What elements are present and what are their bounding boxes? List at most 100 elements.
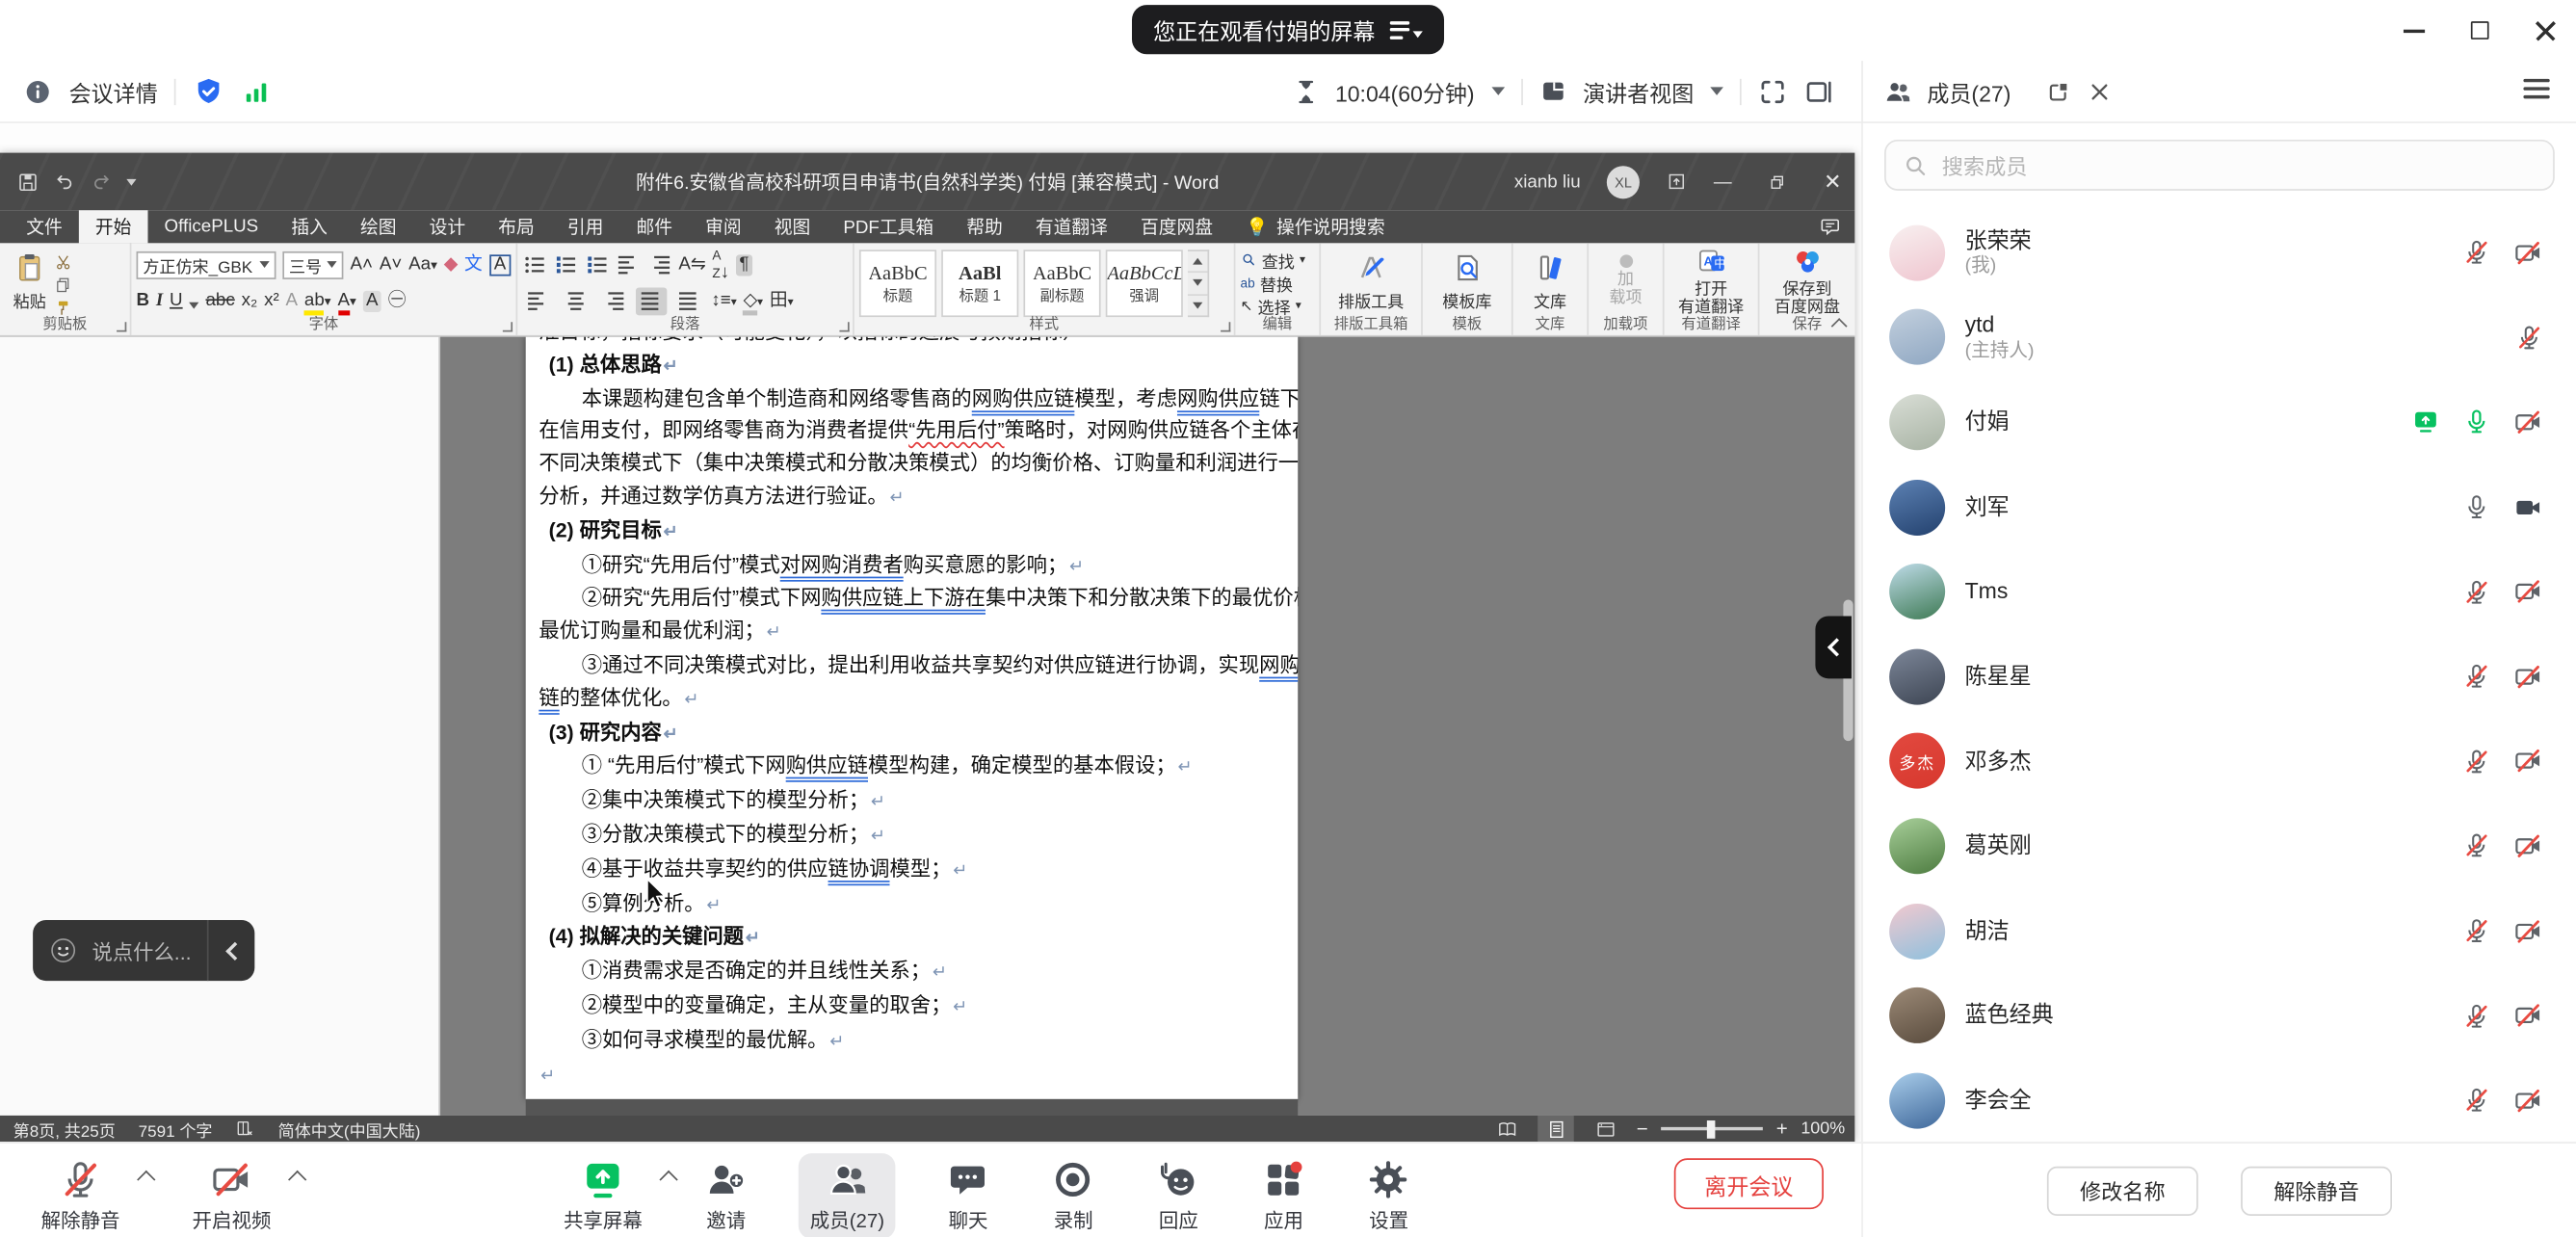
youdao-open-button[interactable]: A中 打开有道翻译 [1669,249,1753,314]
paste-button[interactable]: 粘贴 [5,249,54,314]
member-row-ytd[interactable]: ytd(主持人) [1863,295,2576,380]
word-tab-设计[interactable]: 设计 [413,210,483,243]
bold-button[interactable]: B [137,292,150,310]
style-card-副标题[interactable]: AaBbC副标题 [1023,250,1100,317]
close-button[interactable] [2535,19,2556,40]
proofing-icon[interactable] [235,1119,254,1138]
justify-button[interactable] [636,287,667,315]
wenku-button[interactable]: 文库 [1518,249,1583,314]
style-card-标题 1[interactable]: AaBl标题 1 [941,250,1018,317]
phonetic-guide-button[interactable]: 文 [464,255,483,274]
bullet-list-button[interactable] [522,252,547,277]
zoom-level[interactable]: 100% [1801,1119,1845,1138]
font-color-button[interactable]: A▾ [337,292,355,310]
shading-button[interactable]: ◇▾ [744,292,763,310]
word-tab-邮件[interactable]: 邮件 [619,210,689,243]
copy-icon[interactable] [54,276,72,295]
word-user-avatar[interactable]: XL [1607,165,1640,197]
fullscreen-icon[interactable] [1758,76,1788,106]
panel-menu-icon[interactable] [2523,79,2549,98]
zoom-in-button[interactable]: + [1776,1118,1788,1141]
apps-button[interactable]: 应用 [1250,1153,1316,1237]
word-tab-帮助[interactable]: 帮助 [950,210,1019,243]
maximize-button[interactable] [2469,19,2490,40]
style-scroll-down[interactable] [1188,274,1207,296]
style-card-强调[interactable]: AaBbCcD强调 [1106,250,1183,317]
cam-off-caret-icon[interactable] [288,1171,306,1189]
caption-input[interactable]: 说点什么... [33,934,207,965]
font-size-select[interactable]: 三号 [282,250,344,278]
web-layout-icon[interactable] [1588,1116,1624,1142]
unmute-footer-button[interactable]: 解除静音 [2241,1166,2392,1215]
multilevel-list-button[interactable] [585,252,610,277]
underline-button[interactable]: U [170,292,183,310]
replace-button[interactable]: ab替换 [1241,271,1315,294]
mic-off-button[interactable]: 解除静音 [30,1153,132,1237]
ribbon-display-icon[interactable] [1666,171,1687,192]
member-row-Tms[interactable]: Tms [1863,549,2576,634]
align-left-button[interactable] [522,287,553,315]
info-icon[interactable] [23,76,53,106]
word-tab-插入[interactable]: 插入 [275,210,344,243]
word-restore-icon[interactable] [1768,171,1787,191]
layout-tool-button[interactable]: 排版工具 [1326,249,1416,314]
enclose-char-button[interactable]: ㊀ [388,292,407,310]
mic-off-caret-icon[interactable] [137,1171,155,1189]
line-spacing-button[interactable]: ↕≡▾ [711,292,736,310]
member-row-胡洁[interactable]: 胡洁 [1863,888,2576,973]
tell-me-search[interactable]: 💡操作说明搜索 [1229,210,1402,243]
zoom-slider[interactable] [1661,1127,1763,1130]
template-lib-button[interactable]: 模板库 [1428,249,1507,314]
paragraph-dialog-launcher[interactable] [839,322,849,331]
clipboard-dialog-launcher[interactable] [117,322,126,331]
addin-button[interactable]: 加载项 [1593,249,1658,314]
page-indicator[interactable]: 第8页, 共25页 [13,1117,116,1142]
member-row-葛英刚[interactable]: 葛英刚 [1863,803,2576,888]
banner-menu-icon[interactable] [1390,20,1423,39]
zoom-out-button[interactable]: − [1637,1118,1648,1141]
member-row-陈星星[interactable]: 陈星星 [1863,634,2576,719]
word-tab-布局[interactable]: 布局 [482,210,551,243]
member-row-张荣荣[interactable]: 张荣荣(我) [1863,210,2576,295]
rename-footer-button[interactable]: 修改名称 [2047,1166,2198,1215]
show-marks-button[interactable]: ¶ [736,253,752,275]
asian-layout-button[interactable]: A⇋ [678,255,705,274]
character-border-button[interactable]: A [489,253,512,275]
word-tab-绘图[interactable]: 绘图 [344,210,413,243]
watching-banner[interactable]: 您正在观看付娟的屏幕 [1132,5,1444,54]
word-tab-文件[interactable]: 文件 [10,210,79,243]
share-caret-icon[interactable] [659,1171,677,1189]
increase-indent-button[interactable] [647,252,672,277]
time-caret-icon[interactable] [1491,87,1505,95]
align-center-button[interactable] [561,287,591,315]
word-tab-PDF工具箱[interactable]: PDF工具箱 [827,210,950,243]
find-button[interactable]: 查找▾ [1241,249,1315,272]
text-effects-button[interactable]: A [286,292,299,310]
distribute-button[interactable] [673,287,704,315]
settings-button[interactable]: 设置 [1356,1153,1422,1237]
cut-icon[interactable] [54,253,72,272]
caption-collapse-button[interactable] [208,920,255,981]
word-minimize-icon[interactable]: — [1714,171,1732,191]
word-close-icon[interactable]: ✕ [1824,169,1842,195]
font-name-select[interactable]: 方正仿宋_GBK [137,250,276,278]
emoji-icon[interactable] [47,934,78,965]
styles-dialog-launcher[interactable] [1221,322,1230,331]
superscript-button[interactable]: x² [264,292,279,310]
highlight-button[interactable]: ab▾ [304,292,331,310]
number-list-button[interactable] [554,252,579,277]
security-shield-icon[interactable] [193,75,225,108]
member-row-蓝色经典[interactable]: 蓝色经典 [1863,973,2576,1058]
member-row-李会全[interactable]: 李会全 [1863,1058,2576,1142]
word-tab-审阅[interactable]: 审阅 [689,210,758,243]
word-tab-开始[interactable]: 开始 [79,210,148,243]
language-indicator[interactable]: 简体中文(中国大陆) [278,1117,421,1142]
member-search-input[interactable]: 搜索成员 [1884,140,2555,191]
font-dialog-launcher[interactable] [503,322,513,331]
decrease-indent-button[interactable] [617,252,642,277]
cam-off-button[interactable]: 开启视频 [181,1153,283,1237]
strikethrough-button[interactable]: abc [205,292,234,310]
panel-collapse-tab[interactable] [1815,617,1852,679]
member-row-邓多杰[interactable]: 多杰邓多杰 [1863,719,2576,803]
meeting-details-label[interactable]: 会议详情 [69,75,158,108]
